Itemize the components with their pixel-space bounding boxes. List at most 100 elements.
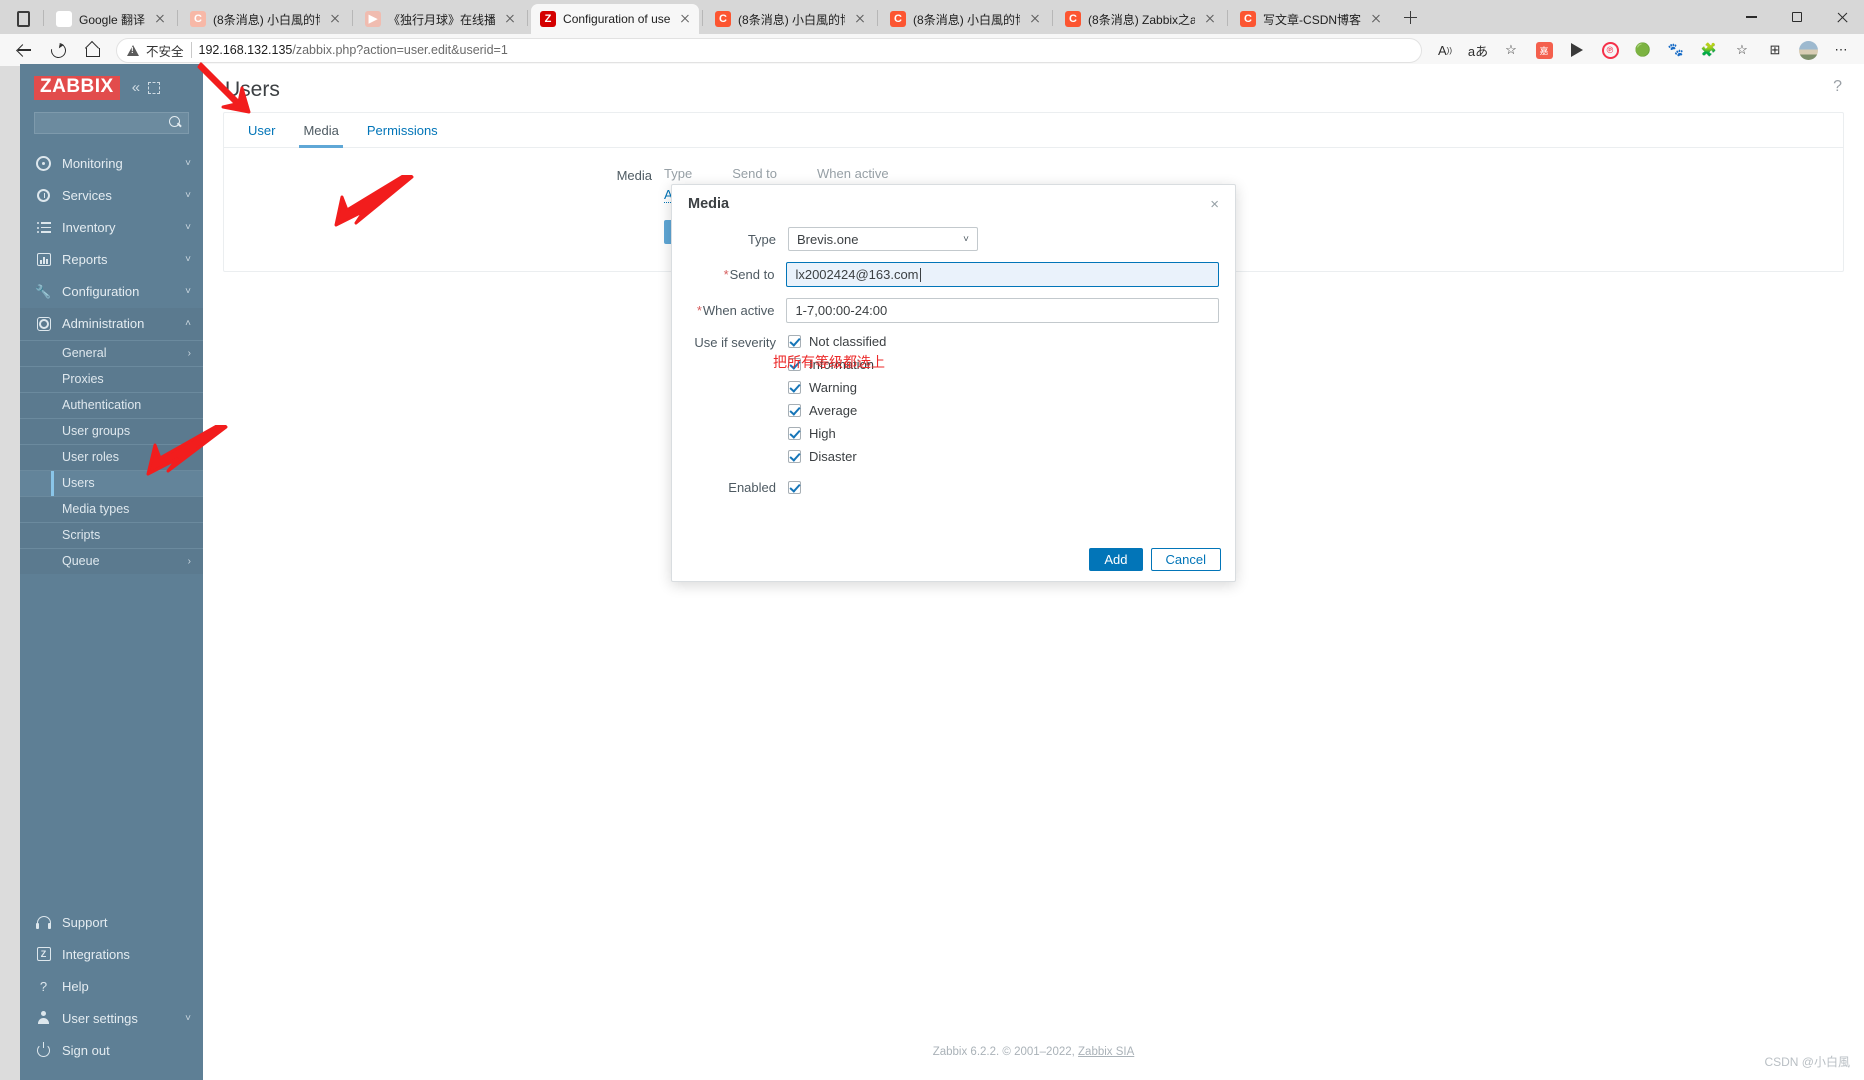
sidebar-item-user-groups[interactable]: User groups xyxy=(20,417,203,444)
maximize-button[interactable] xyxy=(1774,2,1819,32)
enabled-checkbox[interactable] xyxy=(788,481,801,494)
address-bar[interactable]: 不安全 192.168.132.135/zabbix.php?action=us… xyxy=(116,37,1422,63)
close-icon[interactable] xyxy=(1027,11,1043,27)
sidebar-item-support[interactable]: Support xyxy=(20,906,203,938)
sidebar-item-media-types[interactable]: Media types xyxy=(20,495,203,522)
close-icon[interactable] xyxy=(327,11,343,27)
severity-high[interactable]: High xyxy=(788,426,886,441)
toolbar-icons: A)) aあ ☆ 嘉 ℗ 🟢 🐾 🧩 ☆ ⊞ ⋯ xyxy=(1430,36,1856,64)
sidebar-item-authentication[interactable]: Authentication xyxy=(20,391,203,418)
sidebar-item-reports[interactable]: Reports ˅ xyxy=(20,244,203,276)
browser-tab[interactable]: ▶ 《独行月球》在线播放完 xyxy=(356,4,524,34)
settings-more-icon[interactable]: ⋯ xyxy=(1826,36,1856,64)
browser-tab-active[interactable]: Z Configuration of users xyxy=(531,4,700,34)
gear-icon xyxy=(36,316,51,331)
sidebar-item-queue[interactable]: Queue › xyxy=(20,547,203,574)
home-button[interactable] xyxy=(76,36,108,64)
footer-link[interactable]: Zabbix SIA xyxy=(1078,1046,1134,1058)
sidebar-item-user-roles[interactable]: User roles xyxy=(20,443,203,470)
tab-title: (8条消息) 小白風的博客_ xyxy=(913,12,1020,27)
extension-red-icon[interactable]: 嘉 xyxy=(1529,36,1559,64)
sidebar-item-label: Support xyxy=(62,914,108,930)
sidebar-item-help[interactable]: ? Help xyxy=(20,970,203,1002)
when-active-input[interactable]: 1-7,00:00-24:00 xyxy=(786,298,1219,323)
close-icon[interactable] xyxy=(1368,11,1384,27)
column-header-send-to: Send to xyxy=(732,166,778,181)
browser-tab[interactable]: C (8条消息) 小白風的博客_ xyxy=(881,4,1049,34)
zabbix-icon: Z xyxy=(540,11,557,27)
reload-button[interactable] xyxy=(42,36,74,64)
browser-tab[interactable]: C (8条消息) Zabbix之agent xyxy=(1056,4,1224,34)
favorites-icon[interactable]: ☆ xyxy=(1727,36,1757,64)
severity-disaster[interactable]: Disaster xyxy=(788,449,886,464)
profile-avatar[interactable] xyxy=(1793,36,1823,64)
severity-not-classified[interactable]: Not classified xyxy=(788,334,886,349)
collections-icon[interactable]: ⊞ xyxy=(1760,36,1790,64)
extension-colorful-icon[interactable]: 🟢 xyxy=(1628,36,1658,64)
chevron-down-icon: ˅ xyxy=(185,222,191,234)
browser-tab[interactable]: C (8条消息) 小白風的博客_ xyxy=(181,4,349,34)
sidebar-item-sign-out[interactable]: Sign out xyxy=(20,1034,203,1066)
tab-permissions[interactable]: Permissions xyxy=(353,113,452,147)
sidebar-item-scripts[interactable]: Scripts xyxy=(20,521,203,548)
sidebar-item-inventory[interactable]: Inventory ˅ xyxy=(20,212,203,244)
collapse-sidebar-icon[interactable]: « xyxy=(132,79,140,96)
minimize-button[interactable] xyxy=(1729,2,1774,32)
checkbox-icon[interactable] xyxy=(788,381,801,394)
browser-tab[interactable]: G Google 翻译 xyxy=(47,4,174,34)
close-icon[interactable] xyxy=(502,11,518,27)
sidebar-item-user-settings[interactable]: User settings ˅ xyxy=(20,1002,203,1034)
sidebar-item-administration[interactable]: Administration ˄ xyxy=(20,307,203,340)
tab-media[interactable]: Media xyxy=(289,113,352,148)
checkbox-icon[interactable] xyxy=(788,427,801,440)
back-button[interactable] xyxy=(8,36,40,64)
zabbix-logo[interactable]: ZABBIX xyxy=(34,76,120,100)
checkbox-icon[interactable] xyxy=(788,335,801,348)
extension-play-icon[interactable] xyxy=(1562,36,1592,64)
read-aloud-icon[interactable]: A)) xyxy=(1430,36,1460,64)
sidebar-item-integrations[interactable]: Z Integrations xyxy=(20,938,203,970)
modal-add-button[interactable]: Add xyxy=(1089,547,1143,571)
send-to-input[interactable]: lx2002424@163.com xyxy=(786,262,1219,287)
extension-puzzle-icon[interactable]: 🧩 xyxy=(1694,36,1724,64)
tab-title: (8条消息) 小白風的博客_ xyxy=(213,12,320,27)
tab-search-icon[interactable] xyxy=(6,4,40,34)
tab-title: (8条消息) 小白風的博客_ xyxy=(738,12,845,27)
close-icon[interactable] xyxy=(1202,11,1218,27)
extension-circle-icon[interactable]: ℗ xyxy=(1595,36,1625,64)
close-window-button[interactable] xyxy=(1819,2,1864,32)
severity-warning[interactable]: Warning xyxy=(788,380,886,395)
search-input[interactable] xyxy=(34,111,189,134)
extension-gray-icon[interactable]: 🐾 xyxy=(1661,36,1691,64)
new-tab-button[interactable] xyxy=(1396,4,1424,32)
tab-divider xyxy=(877,10,879,26)
sidebar-item-label: Inventory xyxy=(62,220,116,236)
close-icon[interactable]: × xyxy=(1210,197,1219,212)
tab-title: 《独行月球》在线播放完 xyxy=(388,12,496,27)
close-icon[interactable] xyxy=(677,11,693,27)
type-select[interactable]: Brevis.one ˅ xyxy=(788,227,978,251)
hide-sidebar-icon[interactable] xyxy=(148,81,161,94)
sidebar-item-general[interactable]: General › xyxy=(20,339,203,366)
add-favorite-icon[interactable]: ☆ xyxy=(1496,36,1526,64)
browser-tab[interactable]: C (8条消息) 小白風的博客_ xyxy=(706,4,874,34)
tab-divider xyxy=(177,10,179,26)
sidebar-item-proxies[interactable]: Proxies xyxy=(20,365,203,392)
sidebar-item-services[interactable]: Services ˅ xyxy=(20,180,203,212)
modal-cancel-button[interactable]: Cancel xyxy=(1150,547,1221,571)
tab-user[interactable]: User xyxy=(234,113,289,147)
translate-icon[interactable]: aあ xyxy=(1463,36,1493,64)
checkbox-icon[interactable] xyxy=(788,404,801,417)
close-icon[interactable] xyxy=(152,11,168,27)
close-icon[interactable] xyxy=(852,11,868,27)
severity-label-text: Disaster xyxy=(809,449,857,464)
sidebar-item-configuration[interactable]: 🔧 Configuration ˅ xyxy=(20,276,203,308)
browser-tab[interactable]: C 写文章-CSDN博客 xyxy=(1231,4,1390,34)
help-icon[interactable]: ? xyxy=(1833,78,1842,96)
sidebar-item-label: Monitoring xyxy=(62,156,123,172)
sidebar-item-users[interactable]: Users xyxy=(20,469,203,496)
divider xyxy=(190,42,192,58)
severity-average[interactable]: Average xyxy=(788,403,886,418)
sidebar-item-monitoring[interactable]: Monitoring ˅ xyxy=(20,148,203,180)
checkbox-icon[interactable] xyxy=(788,450,801,463)
